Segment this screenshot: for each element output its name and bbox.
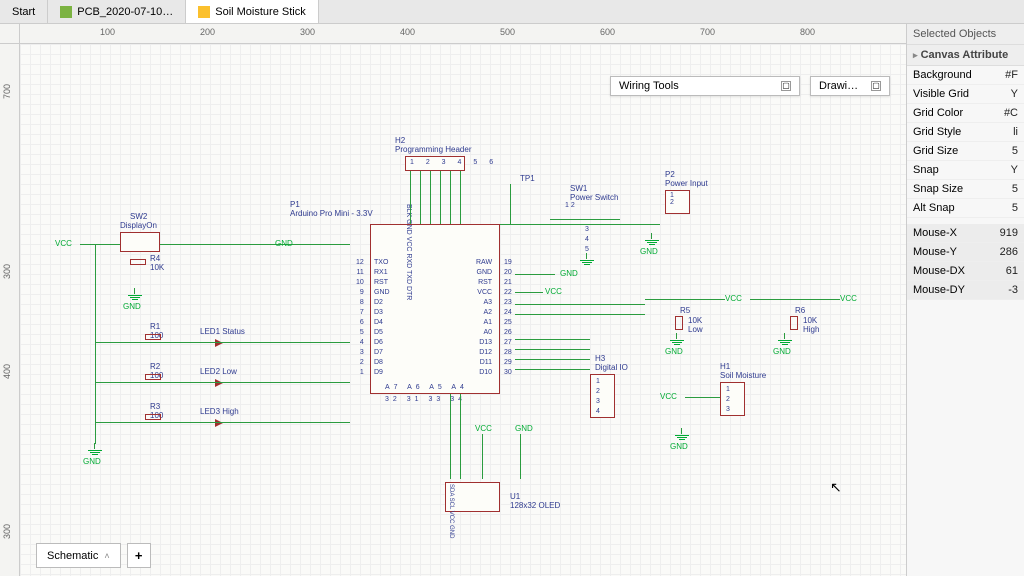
- prop-row[interactable]: Snap Size5: [907, 180, 1024, 199]
- prop-row[interactable]: Grid Styleli: [907, 123, 1024, 142]
- cursor-icon: ↖: [830, 479, 842, 496]
- drawing-tools-label: Drawi…: [819, 80, 858, 92]
- tab-soil-moisture[interactable]: Soil Moisture Stick: [186, 0, 318, 23]
- r3[interactable]: [145, 414, 161, 420]
- prop-row[interactable]: Grid Size5: [907, 142, 1024, 161]
- chevron-up-icon: ˄: [104, 551, 109, 561]
- mouse-y-row: Mouse-Y286: [907, 243, 1024, 262]
- net-vcc: VCC: [55, 239, 72, 248]
- prop-row[interactable]: Alt Snap5: [907, 199, 1024, 218]
- schematic-tab[interactable]: Schematic ˄: [36, 543, 121, 568]
- wiring-tools-label: Wiring Tools: [619, 80, 679, 92]
- prop-row[interactable]: Grid Color#C: [907, 104, 1024, 123]
- bottom-tab-bar: Schematic ˄ +: [36, 543, 151, 568]
- ruler-horizontal: 100 200 300 400 500 600 700 800: [20, 24, 906, 44]
- r6[interactable]: [790, 316, 798, 330]
- led3[interactable]: [215, 419, 223, 427]
- tab-bar: Start PCB_2020-07-10… Soil Moisture Stic…: [0, 0, 1024, 24]
- properties-panel: Selected Objects ▸ Canvas Attribute Back…: [906, 24, 1024, 576]
- canvas-attributes-section[interactable]: ▸ Canvas Attribute: [907, 45, 1024, 66]
- prop-row[interactable]: Visible GridY: [907, 85, 1024, 104]
- prop-row[interactable]: SnapY: [907, 161, 1024, 180]
- led2[interactable]: [215, 379, 223, 387]
- selected-objects-title: Selected Objects: [907, 24, 1024, 45]
- ruler-vertical: 700 300 400 300: [0, 44, 20, 576]
- p2-power[interactable]: [665, 190, 690, 214]
- h3-digital-io[interactable]: [590, 374, 615, 418]
- led1[interactable]: [215, 339, 223, 347]
- mouse-dx-row: Mouse-DX61: [907, 262, 1024, 281]
- sw2-name: DisplayOn: [120, 221, 157, 230]
- schematic-canvas[interactable]: Wiring Tools ▢ Drawi… ▢ VCC SW2 DisplayO…: [20, 44, 906, 576]
- mouse-x-row: Mouse-X919: [907, 224, 1024, 243]
- sw2[interactable]: [120, 232, 160, 252]
- expand-icon[interactable]: ▢: [781, 81, 791, 91]
- r1[interactable]: [145, 334, 161, 340]
- canvas-area[interactable]: 100 200 300 400 500 600 700 800 700 300 …: [0, 24, 906, 576]
- expand-icon[interactable]: ▢: [871, 81, 881, 91]
- r2[interactable]: [145, 374, 161, 380]
- drawing-tools-panel[interactable]: Drawi… ▢: [810, 76, 890, 96]
- r5[interactable]: [675, 316, 683, 330]
- folder-icon: [198, 6, 210, 18]
- tab-pcb[interactable]: PCB_2020-07-10…: [48, 0, 186, 23]
- add-sheet-button[interactable]: +: [127, 543, 151, 568]
- r4[interactable]: [130, 259, 146, 265]
- wiring-tools-panel[interactable]: Wiring Tools ▢: [610, 76, 800, 96]
- mouse-dy-row: Mouse-DY-3: [907, 281, 1024, 300]
- document-icon: [60, 6, 72, 18]
- h1-soil-moisture[interactable]: [720, 382, 745, 416]
- sw2-ref: SW2: [130, 212, 147, 221]
- ruler-corner: [0, 24, 20, 44]
- prop-row[interactable]: Background#F: [907, 66, 1024, 85]
- tab-start[interactable]: Start: [0, 0, 48, 23]
